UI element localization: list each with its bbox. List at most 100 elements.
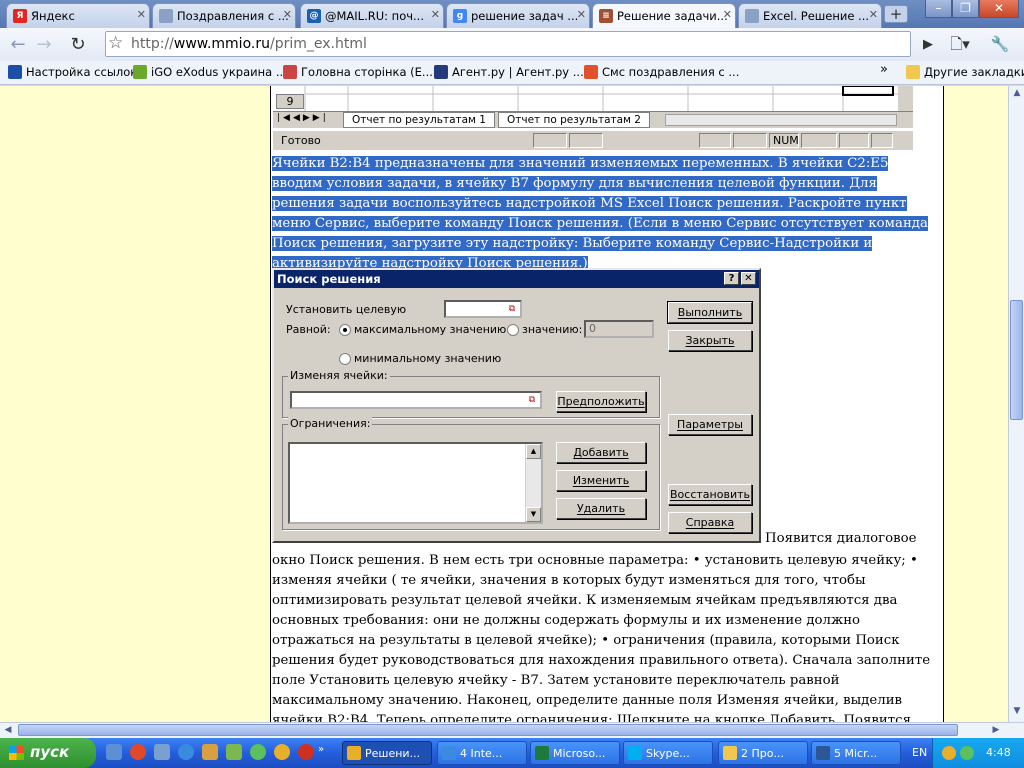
reload-button[interactable]: ↻ xyxy=(66,33,90,57)
bookmark-item[interactable]: Смс поздравления с ... xyxy=(584,65,739,79)
scroll-up-icon[interactable]: ▲ xyxy=(526,444,541,459)
close-window-button[interactable]: ✕ xyxy=(979,0,1019,18)
forward-arrow-icon: → xyxy=(36,34,52,55)
constraints-list[interactable]: ▲ ▼ xyxy=(288,442,543,524)
page-icon xyxy=(745,9,759,23)
folder-icon xyxy=(723,746,737,760)
add-button[interactable]: Добавить xyxy=(556,442,646,463)
value-label: значению: xyxy=(522,323,583,336)
num-indicator: NUM xyxy=(769,133,799,148)
taskbar-button[interactable]: 5 Micr... xyxy=(811,741,901,765)
minimize-button[interactable]: – xyxy=(925,0,952,18)
yandex-icon: Я xyxy=(13,9,27,23)
value-input[interactable]: 0 xyxy=(584,320,654,338)
scroll-right-icon[interactable]: ▶ xyxy=(988,723,1004,739)
new-tab-button[interactable]: + xyxy=(884,5,908,23)
bookmark-item[interactable]: iGO eXodus украина ... xyxy=(133,65,287,79)
min-radio[interactable] xyxy=(339,353,351,365)
tab-title: Excel. Решение ... xyxy=(763,9,870,23)
taskbar-label: 2 Про... xyxy=(741,747,784,760)
start-button[interactable]: пуск xyxy=(0,738,96,768)
browser-tab[interactable]: ≡ Решение задачи... ✕ xyxy=(592,3,736,28)
bookmark-item[interactable]: Головна сторінка (Е... xyxy=(283,65,433,79)
wrench-icon[interactable]: 🔧▾ xyxy=(988,33,1012,76)
delete-button[interactable]: Удалить xyxy=(556,498,646,519)
taskbar-button[interactable]: 4 Inte... xyxy=(437,741,527,765)
min-label: минимальному значению xyxy=(354,352,502,365)
browser-tab[interactable]: Поздравления с ... ✕ xyxy=(152,3,296,28)
bookmarks-overflow-icon[interactable]: » xyxy=(880,62,888,77)
excel-icon xyxy=(535,746,549,760)
language-indicator[interactable]: EN xyxy=(912,746,927,759)
close-tab-icon[interactable]: ✕ xyxy=(431,8,440,21)
changing-cells-input[interactable]: ⧉ xyxy=(290,391,542,409)
quicklaunch-icon[interactable] xyxy=(226,744,242,760)
browser-tab[interactable]: Я Яндекс ✕ xyxy=(6,3,150,28)
quicklaunch-icon[interactable] xyxy=(298,744,314,760)
leaf-icon xyxy=(133,65,147,79)
taskbar-button[interactable]: Microso... xyxy=(530,741,620,765)
close-icon[interactable]: ✕ xyxy=(741,272,756,285)
scroll-down-icon[interactable]: ▼ xyxy=(1009,704,1024,720)
maximize-button[interactable]: ❐ xyxy=(952,0,979,18)
browser-tab[interactable]: g решение задач ... ✕ xyxy=(446,3,590,28)
change-button[interactable]: Изменить xyxy=(556,470,646,491)
bookmark-item[interactable]: Агент.ру | Агент.ру ... xyxy=(434,65,584,79)
bookmark-item[interactable]: Настройка ссылок xyxy=(8,65,137,79)
sheet-tab[interactable]: Отчет по результатам 1 xyxy=(343,112,495,128)
quicklaunch-icon[interactable] xyxy=(154,744,170,760)
taskbar-button[interactable]: Skype... xyxy=(623,741,713,765)
forward-button[interactable]: → xyxy=(32,33,56,57)
scroll-left-icon[interactable]: ◀ xyxy=(0,723,16,739)
changing-cells-label: Изменяя ячейки: xyxy=(288,369,390,382)
excel-hscroll[interactable] xyxy=(665,114,897,126)
star-icon[interactable]: ☆ xyxy=(108,33,123,53)
tray-icon[interactable] xyxy=(942,746,956,760)
list-scrollbar[interactable]: ▲ ▼ xyxy=(525,444,541,522)
taskbar-label: 5 Micr... xyxy=(834,747,878,760)
excel-row-number: 9 xyxy=(276,94,304,109)
value-radio[interactable] xyxy=(507,324,519,336)
collapse-dialog-icon[interactable]: ⧉ xyxy=(525,393,539,407)
opera-icon[interactable] xyxy=(130,744,146,760)
back-button[interactable]: ← xyxy=(6,33,30,57)
close-tab-icon[interactable]: ✕ xyxy=(137,8,146,21)
target-cell-input[interactable]: ⧉ xyxy=(444,300,522,318)
taskbar-button[interactable]: Решени... xyxy=(342,741,432,765)
ie-icon[interactable] xyxy=(178,744,194,760)
guess-button[interactable]: Предположить xyxy=(556,391,646,412)
max-radio[interactable] xyxy=(339,324,351,336)
play-icon[interactable]: ▶ xyxy=(916,33,940,57)
vertical-scroll-thumb[interactable] xyxy=(1010,300,1023,420)
taskbar-label: Skype... xyxy=(646,747,690,760)
close-button[interactable]: Закрыть xyxy=(668,330,752,351)
browser-tab[interactable]: Excel. Решение ... ✕ xyxy=(738,3,882,28)
solve-button[interactable]: Выполнить xyxy=(667,301,753,324)
collapse-dialog-icon[interactable]: ⧉ xyxy=(505,302,519,316)
options-button[interactable]: Параметры xyxy=(668,414,752,435)
close-tab-icon[interactable]: ✕ xyxy=(723,8,732,21)
sheet-tab[interactable]: Отчет по результатам 2 xyxy=(498,112,650,128)
reset-button[interactable]: Восстановить xyxy=(668,484,752,505)
close-tab-icon[interactable]: ✕ xyxy=(869,8,878,21)
close-tab-icon[interactable]: ✕ xyxy=(283,8,292,21)
quicklaunch-icon[interactable] xyxy=(106,744,122,760)
horizontal-scroll-thumb[interactable] xyxy=(18,724,958,736)
target-cell-label: Установить целевую xyxy=(286,303,407,316)
chrome-icon[interactable] xyxy=(274,744,290,760)
page-menu-icon[interactable]: 🗋▾ xyxy=(948,33,972,57)
scroll-up-icon[interactable]: ▲ xyxy=(1009,86,1024,102)
quicklaunch-icon[interactable] xyxy=(250,744,266,760)
scroll-down-icon[interactable]: ▼ xyxy=(526,507,541,522)
sheet-nav-icon[interactable]: |◀◀▶▶| xyxy=(277,113,329,123)
tray-icon[interactable] xyxy=(960,746,974,760)
taskbar-button[interactable]: 2 Про... xyxy=(718,741,808,765)
help-button[interactable]: Справка xyxy=(668,512,752,533)
expand-icon[interactable]: » xyxy=(318,744,328,760)
quicklaunch-icon[interactable] xyxy=(202,744,218,760)
other-bookmarks[interactable]: Другие закладки xyxy=(906,65,1024,79)
help-icon[interactable]: ? xyxy=(724,272,739,285)
browser-tab[interactable]: @ @MAIL.RU: поч... ✕ xyxy=(300,3,444,28)
equal-label: Равной: xyxy=(286,323,331,336)
close-tab-icon[interactable]: ✕ xyxy=(577,8,586,21)
